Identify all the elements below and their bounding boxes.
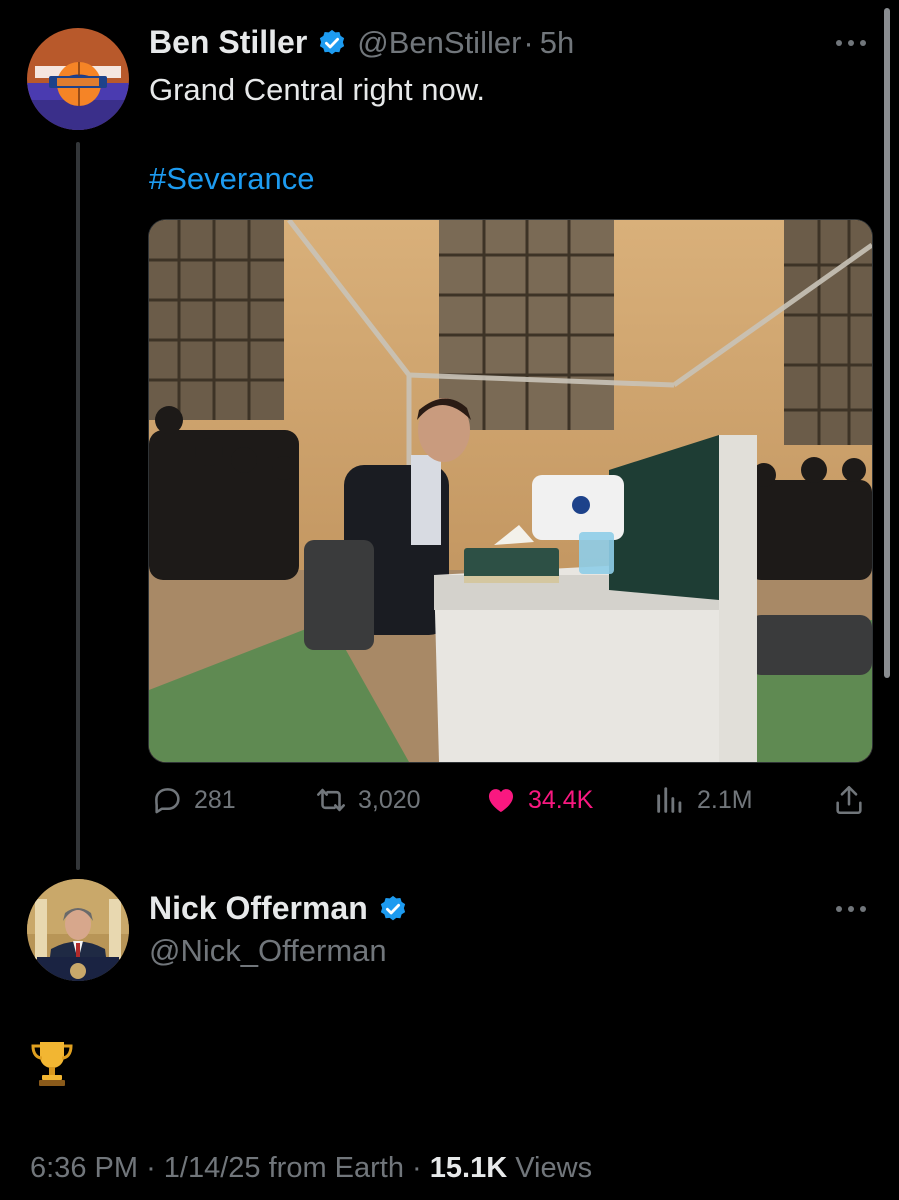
tweet-photo[interactable] — [148, 219, 873, 763]
reply-meta: 6:36 PM · 1/14/25 from Earth · 15.1K Vie… — [30, 1152, 592, 1185]
reply-text-trophy: 🏆 — [28, 1038, 76, 1100]
tweet-text: Grand Central right now. — [149, 72, 486, 107]
tweet-header: Ben Stiller @BenStiller · 5h — [149, 24, 574, 61]
reply-author-name[interactable]: Nick Offerman — [149, 890, 368, 927]
photo-grand-central-desk — [149, 220, 872, 762]
views-button[interactable]: 2.1M — [653, 783, 753, 817]
more-icon[interactable] — [834, 904, 868, 914]
reply-date-source[interactable]: 1/14/25 from Earth — [164, 1152, 404, 1184]
reply-icon — [155, 788, 180, 814]
reply-time[interactable]: 6:36 PM — [30, 1152, 138, 1184]
retweet-icon — [316, 788, 346, 812]
scrollbar[interactable] — [884, 8, 890, 678]
reply-views-count: 15.1K — [429, 1152, 508, 1184]
like-count: 34.4K — [528, 785, 594, 814]
reply-header: Nick Offerman — [149, 890, 408, 927]
trophy-icon — [31, 1042, 73, 1086]
more-icon[interactable] — [834, 38, 868, 48]
thread-connector-line — [76, 142, 80, 870]
dot-separator: · — [523, 24, 534, 60]
views-count: 2.1M — [697, 785, 753, 814]
hashtag-link[interactable]: #Severance — [149, 161, 314, 197]
meta-separator: · — [412, 1152, 422, 1184]
views-icon — [657, 787, 682, 813]
time-ago[interactable]: 5h — [540, 25, 574, 61]
share-icon[interactable] — [832, 783, 866, 817]
author-handle[interactable]: @BenStiller — [357, 25, 521, 61]
retweet-count: 3,020 — [358, 785, 421, 814]
verified-badge-icon — [380, 895, 405, 920]
reply-author-handle[interactable]: @Nick_Offerman — [149, 933, 387, 969]
avatar-nick-offerman[interactable] — [27, 879, 129, 981]
meta-separator: · — [146, 1152, 156, 1184]
reply-count: 281 — [194, 785, 236, 814]
reply-views-label: Views — [515, 1152, 593, 1184]
like-button[interactable]: 34.4K — [484, 783, 593, 817]
author-name[interactable]: Ben Stiller — [149, 24, 307, 61]
avatar-ben-stiller[interactable] — [27, 28, 129, 130]
heart-icon — [488, 789, 514, 813]
verified-badge-icon — [320, 29, 345, 54]
retweet-button[interactable]: 3,020 — [314, 783, 421, 817]
reply-button[interactable]: 281 — [150, 783, 236, 817]
